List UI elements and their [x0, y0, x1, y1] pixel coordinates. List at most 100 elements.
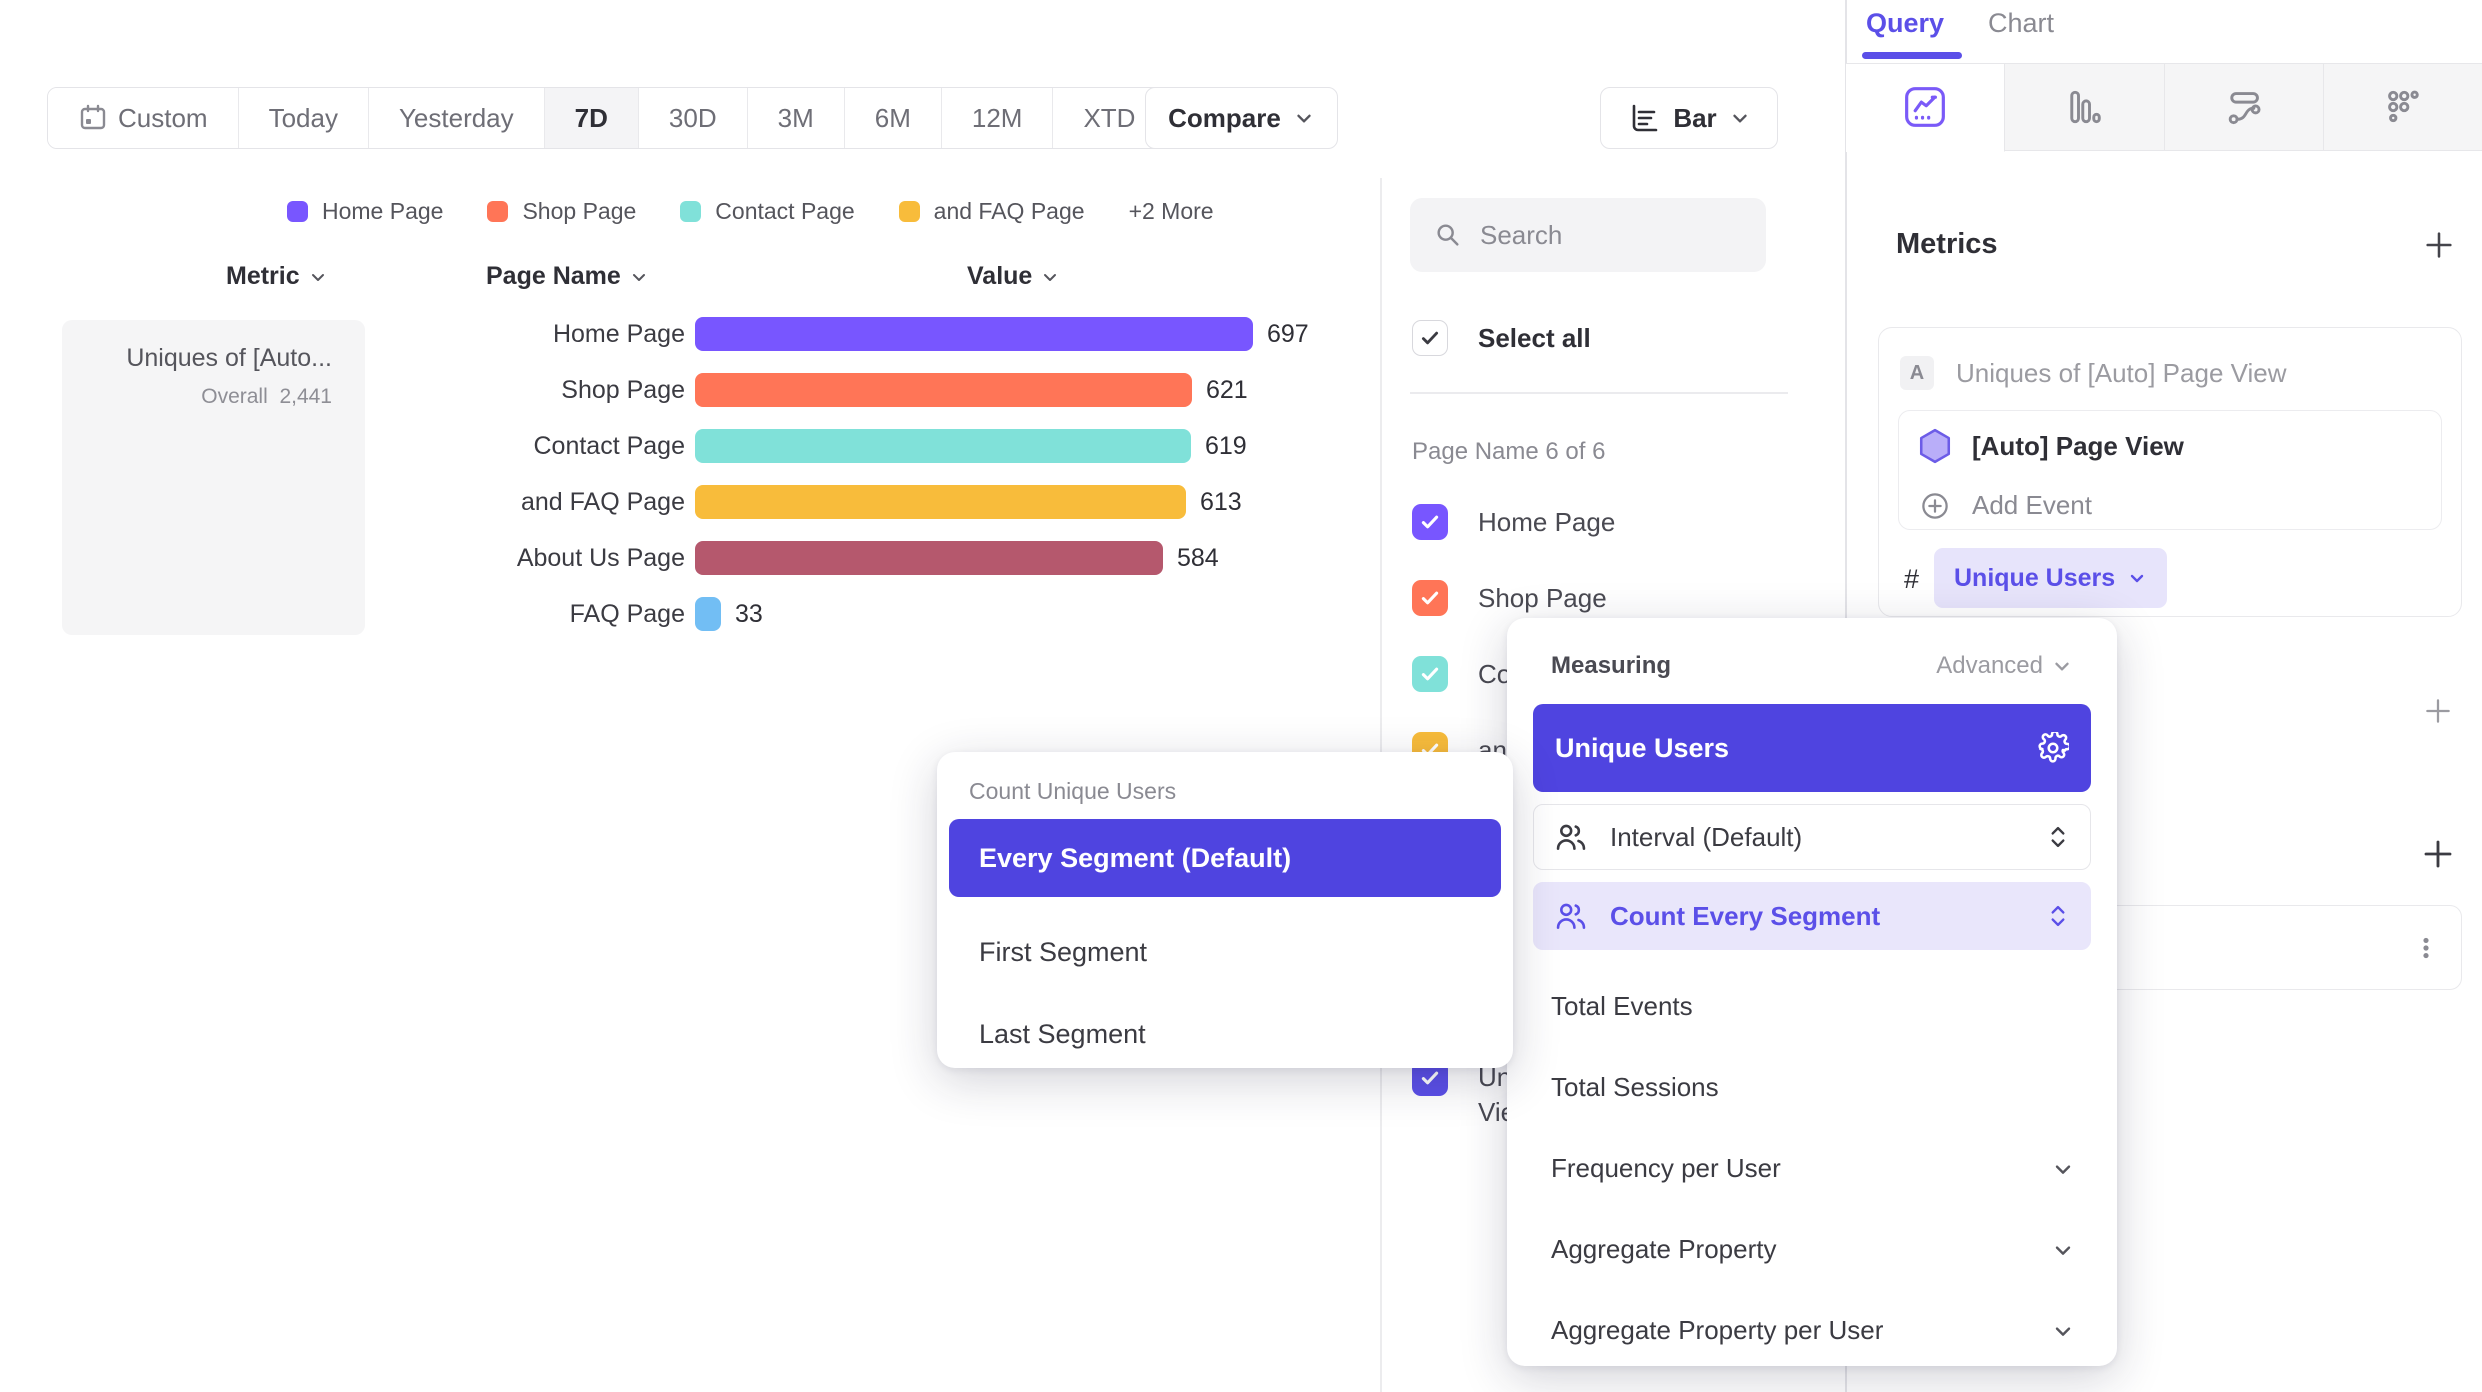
measuring-popover: Measuring Advanced Unique Users — [1507, 618, 2117, 1366]
legend-item[interactable]: Shop Page — [487, 198, 636, 225]
gear-icon[interactable] — [2037, 732, 2069, 764]
add-filter-button[interactable] — [2422, 695, 2454, 727]
tab-bar-chart[interactable] — [2005, 64, 2164, 150]
date-range-7d[interactable]: 7D — [545, 88, 639, 148]
option-first-segment[interactable]: First Segment — [949, 911, 1501, 993]
checkbox-checked[interactable] — [1412, 504, 1448, 540]
column-header-value[interactable]: Value — [967, 262, 1060, 291]
bar-label: Shop Page — [380, 376, 695, 405]
tab-query[interactable]: Query — [1866, 8, 1944, 39]
chevron-down-icon — [629, 267, 649, 287]
bar-shop-page[interactable] — [695, 373, 1192, 407]
legend-swatch — [487, 201, 508, 222]
metric-card-header: A Uniques of [Auto] Page View — [1900, 356, 2287, 390]
bar-row: FAQ Page 33 — [380, 586, 763, 642]
chevron-down-icon — [1293, 107, 1315, 129]
column-header-metric[interactable]: Metric — [226, 262, 328, 291]
bar-value: 33 — [735, 600, 763, 629]
select-all-row[interactable]: Select all — [1412, 320, 1591, 356]
legend-item[interactable]: Contact Page — [680, 198, 854, 225]
option-unique-users-selected[interactable]: Unique Users — [1533, 704, 2091, 792]
calendar-icon — [78, 103, 108, 133]
option-count-every-segment[interactable]: Count Every Segment — [1533, 882, 2091, 950]
date-range-label: Custom — [118, 103, 208, 134]
chart-type-selector[interactable]: Bar — [1600, 87, 1778, 149]
visualization-tabs — [1846, 63, 2482, 151]
chevron-down-icon — [2127, 568, 2147, 588]
bar-row: Home Page 697 — [380, 306, 1309, 362]
add-metric-button[interactable] — [2422, 228, 2456, 262]
bar-and-faq-page[interactable] — [695, 485, 1186, 519]
filter-section-label: Page Name 6 of 6 — [1412, 438, 1605, 466]
option-last-segment[interactable]: Last Segment — [949, 993, 1501, 1075]
chevron-down-icon — [308, 267, 328, 287]
checkbox-checked[interactable] — [1412, 656, 1448, 692]
date-range-6m[interactable]: 6M — [845, 88, 942, 148]
column-header-page-name[interactable]: Page Name — [486, 262, 649, 291]
legend-swatch — [287, 201, 308, 222]
event-row[interactable]: [Auto] Page View — [1918, 428, 2184, 464]
option-every-segment-selected[interactable]: Every Segment (Default) — [949, 819, 1501, 897]
search-input[interactable] — [1480, 220, 1720, 251]
bar-value: 584 — [1177, 544, 1219, 573]
filter-item-shop-page[interactable]: Shop Page — [1412, 580, 1607, 616]
date-range-30d[interactable]: 30D — [639, 88, 748, 148]
add-event-row[interactable]: Add Event — [1920, 490, 2092, 521]
bar-value: 619 — [1205, 432, 1247, 461]
filter-item-home-page[interactable]: Home Page — [1412, 504, 1615, 540]
metric-cell-name: Uniques of [Auto... — [62, 344, 332, 373]
chevron-down-icon — [2051, 1157, 2075, 1181]
tab-more-charts[interactable] — [2324, 64, 2482, 150]
advanced-dropdown[interactable]: Advanced — [1936, 652, 2073, 680]
date-range-12m[interactable]: 12M — [942, 88, 1054, 148]
measurement-selector[interactable]: Unique Users — [1934, 548, 2167, 608]
kebab-menu-icon[interactable] — [2413, 935, 2439, 961]
select-all-checkbox[interactable] — [1412, 320, 1448, 356]
legend-more-label[interactable]: +2 More — [1129, 198, 1214, 225]
legend-item[interactable]: and FAQ Page — [899, 198, 1085, 225]
legend-item[interactable]: Home Page — [287, 198, 443, 225]
horizontal-bar-chart-icon — [1627, 101, 1661, 135]
bar-label: About Us Page — [380, 544, 695, 573]
bar-row: About Us Page 584 — [380, 530, 1219, 586]
tab-flow-chart[interactable] — [2165, 64, 2324, 150]
people-icon — [1554, 901, 1588, 931]
bar-home-page[interactable] — [695, 317, 1253, 351]
bar-contact-page[interactable] — [695, 429, 1191, 463]
flow-chart-icon — [2222, 85, 2266, 129]
bar-faq-page[interactable] — [695, 597, 721, 631]
option-total-sessions[interactable]: Total Sessions — [1533, 1047, 2091, 1128]
bar-label: FAQ Page — [380, 600, 695, 629]
tab-insights-chart[interactable] — [1846, 64, 2005, 152]
unfold-stepper-icon[interactable] — [2046, 824, 2070, 850]
option-interval[interactable]: Interval (Default) — [1533, 804, 2091, 870]
unfold-stepper-icon[interactable] — [2046, 903, 2070, 929]
bar-chart-icon — [2062, 85, 2106, 129]
insights-chart-icon — [1903, 85, 1947, 129]
measurement-hash-symbol: # — [1904, 564, 1919, 595]
option-total-events[interactable]: Total Events — [1533, 966, 2091, 1047]
date-range-custom[interactable]: Custom — [48, 88, 239, 148]
option-frequency-per-user[interactable]: Frequency per User — [1533, 1128, 2091, 1209]
checkbox-checked[interactable] — [1412, 580, 1448, 616]
people-icon — [1554, 822, 1588, 852]
option-aggregate-property[interactable]: Aggregate Property — [1533, 1209, 2091, 1290]
date-range-yesterday[interactable]: Yesterday — [369, 88, 545, 148]
bar-about-us-page[interactable] — [695, 541, 1163, 575]
chevron-down-icon — [1040, 267, 1060, 287]
option-aggregate-property-per-user[interactable]: Aggregate Property per User — [1533, 1290, 2091, 1371]
tab-chart[interactable]: Chart — [1988, 8, 2054, 39]
hexagon-event-icon — [1918, 428, 1952, 464]
segment-popover-title: Count Unique Users — [969, 778, 1501, 805]
search-icon — [1434, 221, 1462, 249]
bar-value: 697 — [1267, 320, 1309, 349]
bar-row: Contact Page 619 — [380, 418, 1247, 474]
search-box — [1410, 198, 1766, 272]
date-range-3m[interactable]: 3M — [748, 88, 845, 148]
compare-button[interactable]: Compare — [1145, 87, 1338, 149]
bar-value: 621 — [1206, 376, 1248, 405]
add-breakdown-button[interactable] — [2420, 836, 2456, 872]
date-range-today[interactable]: Today — [239, 88, 369, 148]
bar-row: and FAQ Page 613 — [380, 474, 1242, 530]
chevron-down-icon — [2051, 1319, 2075, 1343]
